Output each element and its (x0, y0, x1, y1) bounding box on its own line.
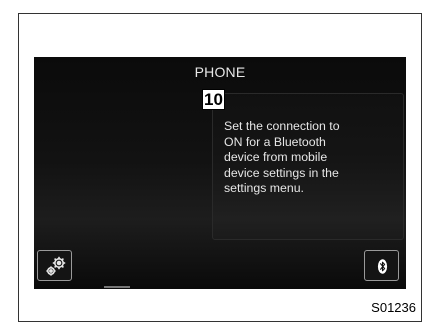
figure-id: S01236 (371, 300, 416, 315)
info-message: Set the connection to ON for a Bluetooth… (224, 119, 340, 195)
screen-title: PHONE (194, 64, 246, 80)
head-unit-screen: PHONE Set the connection to ON for a Blu… (34, 57, 406, 289)
page-indicator (104, 286, 130, 288)
bluetooth-button[interactable] (364, 250, 399, 281)
settings-button[interactable] (37, 250, 72, 281)
callout-number: 10 (202, 89, 225, 110)
